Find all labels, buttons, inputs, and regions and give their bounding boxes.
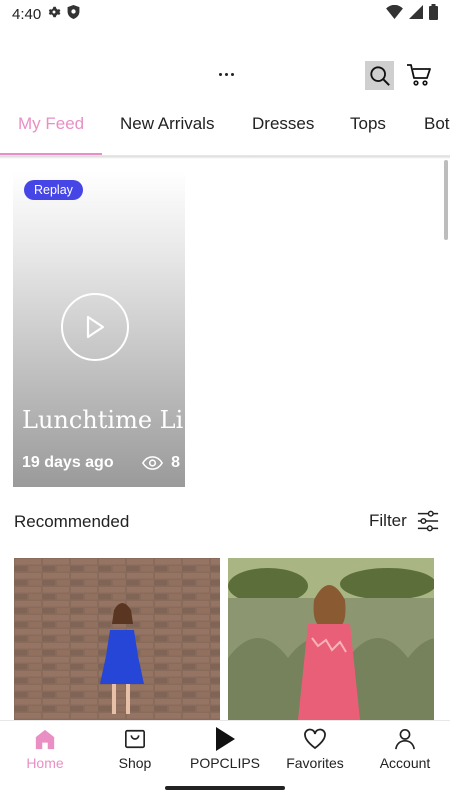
tabs-divider bbox=[0, 156, 450, 159]
status-left: 4:40 bbox=[12, 5, 80, 23]
cart-button[interactable] bbox=[404, 60, 434, 90]
status-right bbox=[386, 4, 438, 24]
replay-badge: Replay bbox=[24, 180, 83, 200]
nav-home-label: Home bbox=[26, 755, 64, 771]
person-icon bbox=[394, 727, 416, 751]
category-tabs: My Feed New Arrivals Dresses Tops Bot bbox=[0, 104, 450, 156]
tab-bottoms[interactable]: Bot bbox=[424, 104, 450, 155]
bottom-nav: Home Shop POPCLIPS Favorites Account bbox=[0, 720, 450, 774]
tab-dresses[interactable]: Dresses bbox=[252, 104, 314, 155]
pink-dress-photo bbox=[228, 558, 434, 720]
more-dot bbox=[224, 72, 228, 76]
wifi-icon bbox=[386, 4, 403, 23]
live-views-count: 8 bbox=[171, 454, 180, 471]
search-icon bbox=[369, 65, 390, 86]
play-button[interactable] bbox=[61, 293, 129, 361]
heart-icon bbox=[303, 727, 327, 751]
search-button[interactable] bbox=[365, 61, 394, 90]
home-icon bbox=[34, 727, 56, 751]
nav-account-label: Account bbox=[379, 755, 431, 771]
recommended-title: Recommended bbox=[14, 512, 130, 531]
more-dots-icon bbox=[218, 72, 222, 76]
scrollbar[interactable] bbox=[444, 160, 448, 240]
more-dot bbox=[230, 72, 234, 76]
nav-home[interactable]: Home bbox=[0, 721, 90, 775]
more-options-button[interactable] bbox=[212, 64, 240, 84]
gesture-bar bbox=[0, 774, 450, 800]
status-time: 4:40 bbox=[12, 5, 42, 23]
tab-new-arrivals[interactable]: New Arrivals bbox=[120, 104, 214, 155]
shopping-bag-icon bbox=[124, 727, 146, 751]
nav-favorites[interactable]: Favorites bbox=[270, 721, 360, 775]
signal-icon bbox=[409, 5, 423, 23]
live-age: 19 days ago bbox=[22, 454, 114, 471]
blue-dress-photo bbox=[14, 558, 220, 720]
product-card-blue-dress[interactable] bbox=[14, 558, 220, 720]
live-replay-card[interactable]: Replay Lunchtime Li... 19 days ago 8 bbox=[13, 171, 185, 487]
nav-favorites-label: Favorites bbox=[286, 755, 344, 771]
nav-popclips-label: POPCLIPS bbox=[189, 755, 261, 771]
nav-popclips[interactable]: POPCLIPS bbox=[180, 721, 270, 775]
filter-label: Filter bbox=[369, 511, 407, 530]
filter-sliders-icon bbox=[417, 510, 438, 532]
nav-shop[interactable]: Shop bbox=[90, 721, 180, 775]
battery-icon bbox=[429, 4, 438, 24]
shield-icon bbox=[67, 5, 80, 23]
app-bar bbox=[0, 56, 450, 94]
tab-my-feed[interactable]: My Feed bbox=[18, 104, 84, 155]
eye-icon bbox=[142, 456, 164, 470]
nav-shop-label: Shop bbox=[118, 755, 152, 771]
active-tab-indicator bbox=[0, 153, 102, 155]
gear-icon bbox=[47, 5, 61, 23]
play-icon bbox=[86, 315, 105, 339]
product-card-pink-dress[interactable] bbox=[228, 558, 434, 720]
nav-account[interactable]: Account bbox=[360, 721, 450, 775]
live-title: Lunchtime Li... bbox=[22, 406, 185, 434]
filter-button[interactable]: Filter bbox=[369, 510, 439, 532]
cart-icon bbox=[407, 64, 431, 86]
status-bar: 4:40 bbox=[0, 0, 450, 28]
play-icon bbox=[214, 727, 236, 751]
live-views: 8 bbox=[142, 454, 180, 472]
tab-tops[interactable]: Tops bbox=[350, 104, 386, 155]
live-meta: 19 days ago 8 bbox=[22, 454, 180, 472]
home-gesture-pill[interactable] bbox=[165, 786, 285, 790]
